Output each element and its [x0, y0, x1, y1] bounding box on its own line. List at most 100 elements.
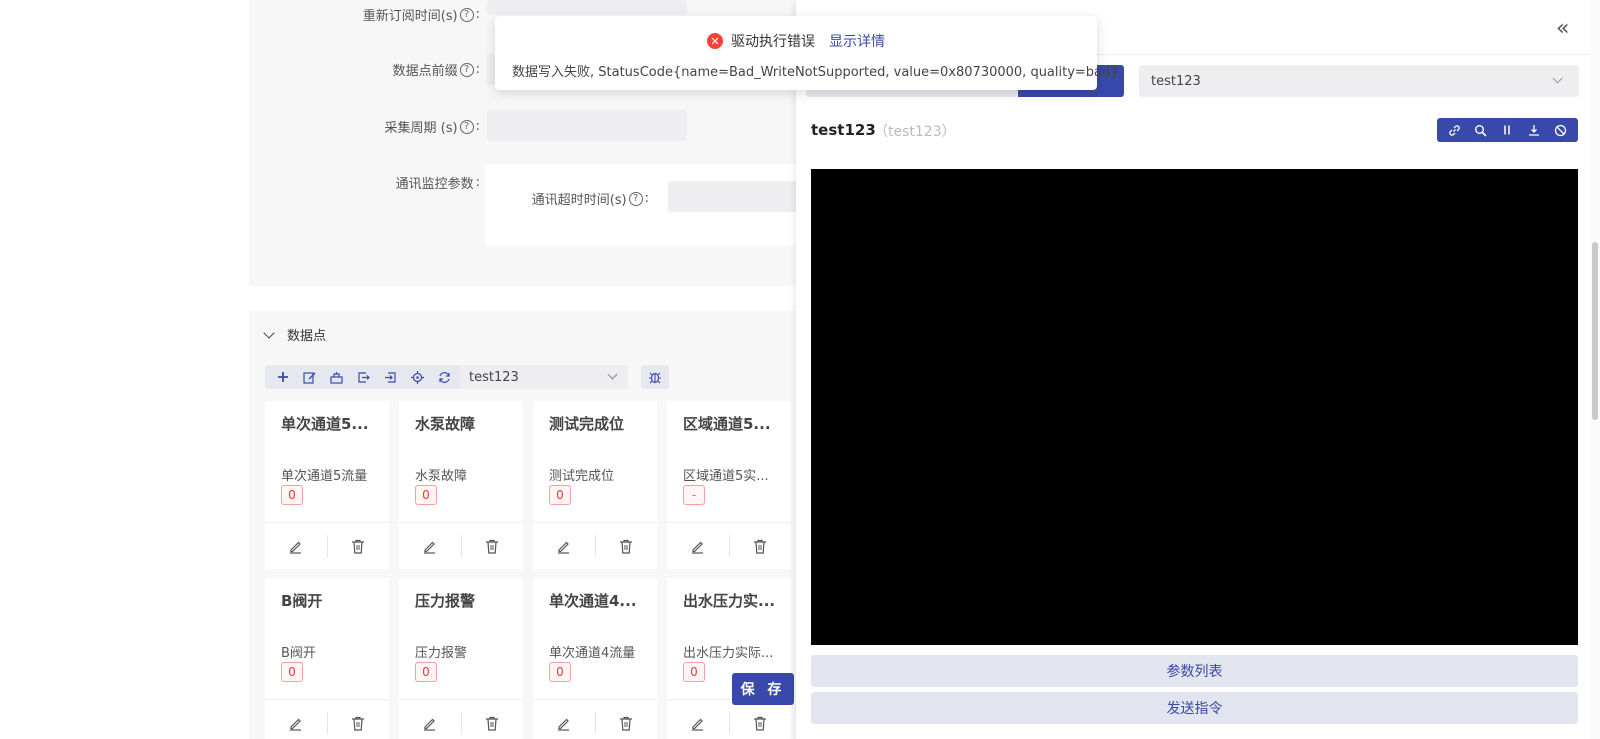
- param-list-button[interactable]: 参数列表: [811, 655, 1578, 687]
- card-title: 压力报警: [415, 592, 476, 610]
- help-icon[interactable]: ?: [628, 191, 643, 206]
- card-value-badge: -: [683, 485, 705, 505]
- chevron-down-icon: [607, 369, 618, 380]
- datapoint-card[interactable]: B阀开 B阀开 0: [265, 578, 389, 739]
- add-icon[interactable]: [269, 365, 296, 389]
- card-actions: [667, 522, 791, 569]
- import-icon[interactable]: [377, 365, 404, 389]
- show-details-link[interactable]: 显示详情: [829, 31, 885, 51]
- monitor-params-box: 通讯超时时间(s) ? :: [485, 164, 809, 246]
- edit-icon[interactable]: [296, 365, 323, 389]
- label-colon: :: [644, 191, 649, 206]
- datapoints-title: 数据点: [287, 329, 327, 344]
- card-title: 出水压力实...: [683, 592, 776, 610]
- card-actions: [533, 699, 657, 739]
- card-actions: [667, 699, 791, 739]
- period-input[interactable]: [487, 110, 687, 141]
- help-icon[interactable]: ?: [459, 119, 474, 134]
- datapoint-card[interactable]: 水泵故障 水泵故障 0: [399, 401, 523, 569]
- resubscribe-input[interactable]: [487, 0, 687, 14]
- download-icon[interactable]: [1523, 119, 1545, 141]
- console-output[interactable]: [811, 169, 1578, 645]
- card-title: 水泵故障: [415, 415, 476, 433]
- card-value-badge: 0: [415, 485, 437, 505]
- notification-title: 驱动执行错误: [731, 34, 815, 50]
- card-actions: [533, 522, 657, 569]
- page-scrollbar[interactable]: [1590, 0, 1600, 739]
- delete-icon[interactable]: [462, 700, 524, 739]
- send-command-button[interactable]: 发送指令: [811, 692, 1578, 724]
- timeout-label: 通讯超时时间(s) ? :: [532, 189, 649, 208]
- card-actions: [399, 699, 523, 739]
- edit-icon[interactable]: [265, 700, 327, 739]
- datapoint-card[interactable]: 单次通道5... 单次通道5流量 0: [265, 401, 389, 569]
- edit-icon[interactable]: [265, 523, 327, 569]
- card-title: B阀开: [281, 592, 323, 610]
- save-button[interactable]: 保 存: [732, 673, 794, 705]
- locate-icon[interactable]: [404, 365, 431, 389]
- delete-icon[interactable]: [596, 700, 658, 739]
- notification-message: 数据写入失败, StatusCode{name=Bad_WriteNotSupp…: [512, 65, 1119, 80]
- datapoint-card[interactable]: 区域通道5... 区域通道5实... -: [667, 401, 791, 569]
- delete-icon[interactable]: [730, 523, 792, 569]
- pause-icon[interactable]: [1496, 119, 1518, 141]
- datapoint-card[interactable]: 测试完成位 测试完成位 0: [533, 401, 657, 569]
- delete-icon[interactable]: [328, 523, 390, 569]
- link-icon[interactable]: [1443, 119, 1465, 141]
- datapoint-filter-select[interactable]: test123: [460, 365, 628, 389]
- edit-icon[interactable]: [667, 700, 729, 739]
- refresh-icon[interactable]: [431, 365, 458, 389]
- edit-icon[interactable]: [533, 523, 595, 569]
- card-value-badge: 0: [683, 662, 705, 682]
- card-actions: [399, 522, 523, 569]
- console-toolbar: [1437, 118, 1578, 142]
- monitor-label-text: 通讯监控参数: [395, 177, 474, 192]
- edit-icon[interactable]: [399, 700, 461, 739]
- prefix-label-text: 数据点前缀: [392, 64, 458, 79]
- chevron-down-icon[interactable]: [263, 326, 275, 339]
- delete-icon[interactable]: [462, 523, 524, 569]
- card-description: 单次通道5流量: [281, 469, 368, 484]
- device-subtitle: （test123）: [874, 124, 956, 140]
- export-icon[interactable]: [350, 365, 377, 389]
- chevron-down-icon: [1552, 73, 1563, 84]
- edit-icon[interactable]: [399, 523, 461, 569]
- delete-icon[interactable]: [596, 523, 658, 569]
- search-icon[interactable]: [1470, 119, 1492, 141]
- datapoint-card[interactable]: 压力报警 压力报警 0: [399, 578, 523, 739]
- datapoint-card[interactable]: 出水压力实... 出水压力实际... 0: [667, 578, 791, 739]
- scrollbar-thumb[interactable]: [1592, 242, 1598, 420]
- error-icon: ✕: [707, 33, 723, 49]
- device-drawer: « test123 test123 （test123） 参数列表 发送指令: [796, 0, 1590, 739]
- label-colon: :: [475, 7, 480, 22]
- debug-button[interactable]: [641, 365, 669, 389]
- delete-icon[interactable]: [328, 700, 390, 739]
- device-select[interactable]: test123: [1139, 65, 1579, 97]
- card-description: 水泵故障: [415, 469, 468, 484]
- card-title: 区域通道5...: [683, 415, 771, 433]
- datapoints-header[interactable]: 数据点: [263, 325, 327, 344]
- device-select-value: test123: [1151, 73, 1201, 89]
- datapoint-filter-value: test123: [469, 369, 519, 385]
- period-label-text: 采集周期 (s): [384, 121, 458, 136]
- collapse-icon[interactable]: «: [1556, 16, 1569, 41]
- edit-icon[interactable]: [667, 523, 729, 569]
- delete-icon[interactable]: [730, 700, 792, 739]
- batch-icon[interactable]: [323, 365, 350, 389]
- bug-icon: [649, 372, 661, 384]
- monitor-label: 通讯监控参数 :: [396, 173, 480, 192]
- label-colon: :: [475, 62, 480, 77]
- datapoint-card[interactable]: 单次通道4... 单次通道4流量 0: [533, 578, 657, 739]
- device-title: test123: [811, 121, 876, 139]
- clear-icon[interactable]: [1550, 119, 1572, 141]
- help-icon[interactable]: ?: [459, 62, 474, 77]
- timeout-input[interactable]: [668, 181, 809, 212]
- card-description: 出水压力实际...: [683, 646, 774, 661]
- period-label: 采集周期 (s) ? :: [385, 117, 480, 136]
- help-icon[interactable]: ?: [459, 7, 474, 22]
- card-value-badge: 0: [549, 485, 571, 505]
- card-value-badge: 0: [415, 662, 437, 682]
- card-title: 测试完成位: [549, 415, 625, 433]
- edit-icon[interactable]: [533, 700, 595, 739]
- resubscribe-label-text: 重新订阅时间(s): [362, 9, 458, 24]
